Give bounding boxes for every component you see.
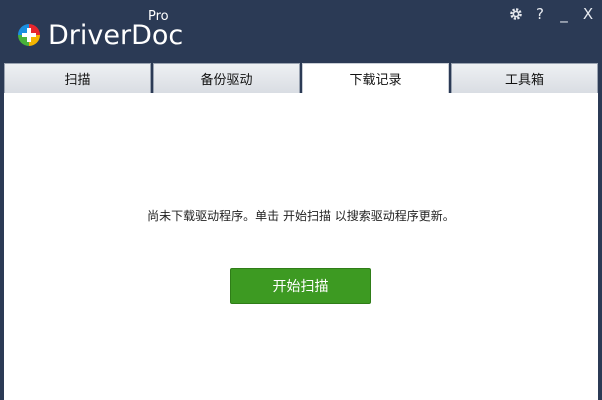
minimize-icon[interactable]: _ — [556, 6, 572, 22]
window-controls: ? _ X — [508, 6, 596, 22]
tab-toolbox[interactable]: 工具箱 — [451, 63, 598, 93]
help-icon[interactable]: ? — [532, 6, 548, 22]
app-window: DriverDoc Pro ? _ X 扫描 备份驱动 下载记录 工具箱 尚未下… — [0, 0, 602, 400]
brand: DriverDoc Pro — [16, 10, 184, 53]
gear-icon — [510, 8, 522, 20]
close-icon[interactable]: X — [580, 6, 596, 22]
tab-download-history[interactable]: 下载记录 — [302, 63, 449, 93]
start-scan-button[interactable]: 开始扫描 — [230, 268, 371, 304]
tab-bar: 扫描 备份驱动 下载记录 工具箱 — [4, 63, 598, 93]
settings-button[interactable] — [508, 6, 524, 22]
empty-state-message: 尚未下载驱动程序。单击 开始扫描 以搜索驱动程序更新。 — [147, 209, 455, 223]
brand-name: DriverDoc — [48, 19, 184, 51]
brand-edition: Pro — [148, 9, 169, 24]
tab-scan[interactable]: 扫描 — [4, 63, 151, 93]
driverdoc-logo-icon — [18, 24, 40, 46]
main-panel: 尚未下载驱动程序。单击 开始扫描 以搜索驱动程序更新。 开始扫描 — [4, 93, 598, 400]
tab-backup-drivers[interactable]: 备份驱动 — [153, 63, 300, 93]
